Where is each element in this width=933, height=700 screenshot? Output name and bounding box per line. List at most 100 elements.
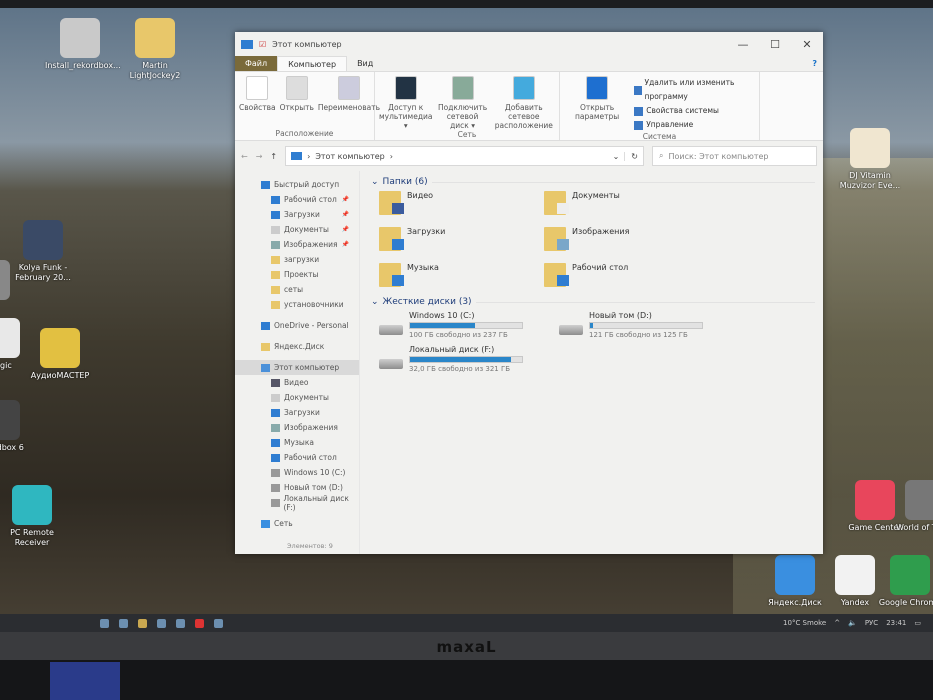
desktop-shortcut[interactable]: rekordbox 6 <box>0 400 35 453</box>
ribbon-small-buttons: Удалить или изменить программу Свойства с… <box>634 76 755 132</box>
ribbon-group-label: Расположение <box>275 129 334 138</box>
folder-item[interactable]: Музыка <box>379 263 544 289</box>
desktop-shortcut-icon <box>40 328 80 368</box>
desktop-shortcut[interactable]: ПК <box>0 260 25 313</box>
app-taskbar-icon[interactable] <box>214 618 223 628</box>
desktop-icon <box>271 195 280 204</box>
nav-item[interactable]: Быстрый доступ <box>235 177 359 192</box>
tab-computer[interactable]: Компьютер <box>277 56 348 71</box>
onedrive-icon <box>261 321 270 330</box>
desktop-shortcut[interactable]: Google Chrome <box>875 555 933 608</box>
explorer-taskbar-icon[interactable] <box>138 618 147 628</box>
language-indicator[interactable]: РУС <box>865 619 878 627</box>
drive-item[interactable]: Windows 10 (C:) 100 ГБ свободно из 237 ГБ <box>379 311 559 339</box>
drive-icon <box>271 498 280 507</box>
nav-item[interactable]: Загрузки <box>235 405 359 420</box>
ribbon-small-button[interactable]: Удалить или изменить программу <box>634 76 755 104</box>
search-input[interactable]: ⌕ Поиск: Этот компьютер <box>652 146 817 166</box>
weather-widget[interactable]: 10°C Smoke <box>783 619 826 627</box>
nav-item[interactable]: OneDrive - Personal <box>235 318 359 333</box>
forward-icon[interactable]: → <box>256 152 263 161</box>
desktop-shortcut[interactable]: Martin LightJockey2 <box>120 18 190 81</box>
pin-icon[interactable]: 📌 <box>342 196 349 203</box>
nav-item[interactable]: Проекты <box>235 267 359 282</box>
ribbon-button[interactable]: Свойства <box>239 76 276 129</box>
folder-icon <box>544 191 569 215</box>
nav-item[interactable]: загрузки <box>235 252 359 267</box>
nav-item[interactable]: Изображения <box>235 420 359 435</box>
minimize-button[interactable]: — <box>727 38 759 51</box>
notifications-icon[interactable]: ▭ <box>914 619 921 627</box>
nav-item[interactable]: Рабочий стол 📌 <box>235 192 359 207</box>
nav-item[interactable]: Документы 📌 <box>235 222 359 237</box>
address-input[interactable]: › Этот компьютер › ⌄ ↻ <box>285 146 644 166</box>
task-view-icon[interactable] <box>100 618 109 628</box>
nav-item[interactable]: Windows 10 (C:) <box>235 465 359 480</box>
folder-item[interactable]: Рабочий стол <box>544 263 709 289</box>
nav-item[interactable]: Рабочий стол <box>235 450 359 465</box>
nav-item[interactable]: установочники <box>235 297 359 312</box>
nav-item[interactable]: Видео <box>235 375 359 390</box>
nav-item[interactable]: Загрузки 📌 <box>235 207 359 222</box>
desktop-shortcut-label: Install_rekordbox... <box>45 61 121 70</box>
folders-section-header[interactable]: ⌄ Папки (6) <box>371 177 815 187</box>
history-dropdown-icon[interactable]: ⌄ <box>613 152 620 161</box>
yandex-taskbar-icon[interactable] <box>195 618 204 628</box>
ribbon-small-button[interactable]: Управление <box>634 118 755 132</box>
folder-item[interactable]: Видео <box>379 191 544 217</box>
ribbon-small-button[interactable]: Свойства системы <box>634 104 755 118</box>
properties-quick-icon[interactable]: ☑ <box>259 40 266 49</box>
back-icon[interactable]: ← <box>241 152 248 161</box>
folder-icon <box>271 300 280 309</box>
drive-item[interactable]: Локальный диск (F:) 32,0 ГБ свободно из 3… <box>379 345 559 373</box>
pin-icon[interactable]: 📌 <box>342 211 349 218</box>
tab-view[interactable]: Вид <box>347 56 383 71</box>
nav-item[interactable]: Документы <box>235 390 359 405</box>
nav-item[interactable]: Этот компьютер <box>235 360 359 375</box>
app-taskbar-icon[interactable] <box>157 618 166 628</box>
volume-icon[interactable]: 🔈 <box>848 619 857 627</box>
drive-free-space: 100 ГБ свободно из 237 ГБ <box>409 331 508 339</box>
maximize-button[interactable]: ☐ <box>759 38 791 51</box>
nav-item[interactable]: Сеть <box>235 516 359 531</box>
ribbon-button[interactable]: Доступ к мультимедиа ▾ <box>379 76 432 130</box>
ribbon-button[interactable]: Добавить сетевое расположение <box>493 76 555 130</box>
desktop-shortcut[interactable]: Install_rekordbox... <box>45 18 121 71</box>
ribbon-button[interactable]: Открыть <box>280 76 314 129</box>
desktop-shortcut[interactable]: АудиоМАСТЕР <box>25 328 95 381</box>
drives-section-header[interactable]: ⌄ Жесткие диски (3) <box>371 297 815 307</box>
nav-item[interactable]: сеты <box>235 282 359 297</box>
store-icon[interactable] <box>176 618 185 628</box>
nav-item[interactable]: Локальный диск (F:) <box>235 494 359 512</box>
folder-item[interactable]: Изображения <box>544 227 709 253</box>
tab-file[interactable]: Файл <box>235 56 278 71</box>
desktop-shortcut[interactable]: DJ Vitamin Muzvizor Eve... <box>835 128 905 191</box>
pin-icon[interactable]: 📌 <box>342 226 349 233</box>
clock[interactable]: 23:41 <box>886 619 906 627</box>
folder-label: Документы <box>572 191 620 200</box>
desktop-shortcut-icon <box>905 480 933 520</box>
tray-chevron-icon[interactable]: ^ <box>834 619 840 627</box>
edge-icon[interactable] <box>119 618 128 628</box>
folder-item[interactable]: Документы <box>544 191 709 217</box>
nav-item[interactable]: Музыка <box>235 435 359 450</box>
desktop-shortcut[interactable]: PC Remote Receiver <box>0 485 67 548</box>
folder-item[interactable]: Загрузки <box>379 227 544 253</box>
up-icon[interactable]: ↑ <box>270 152 277 161</box>
path-segment[interactable]: Этот компьютер <box>315 152 384 161</box>
refresh-icon[interactable]: ↻ <box>624 151 638 161</box>
close-button[interactable]: ✕ <box>791 38 823 51</box>
ribbon-button-icon <box>285 76 308 100</box>
ribbon-button[interactable]: Переименовать <box>318 76 380 129</box>
help-icon[interactable]: ? <box>806 56 823 71</box>
folder-icon <box>544 227 569 251</box>
nav-item[interactable]: Яндекс.Диск <box>235 339 359 354</box>
pin-icon[interactable]: 📌 <box>342 241 349 248</box>
desktop-shortcut[interactable]: Magic <box>0 318 35 371</box>
desktop-shortcut[interactable]: World of Tanks <box>890 480 933 533</box>
ribbon-button[interactable]: Открыть параметры <box>564 76 630 132</box>
drive-item[interactable]: Новый том (D:) 121 ГБ свободно из 125 ГБ <box>559 311 739 339</box>
ribbon-button[interactable]: Подключить сетевой диск ▾ <box>436 76 488 130</box>
hard-drive-icon <box>559 325 583 335</box>
nav-item[interactable]: Изображения 📌 <box>235 237 359 252</box>
